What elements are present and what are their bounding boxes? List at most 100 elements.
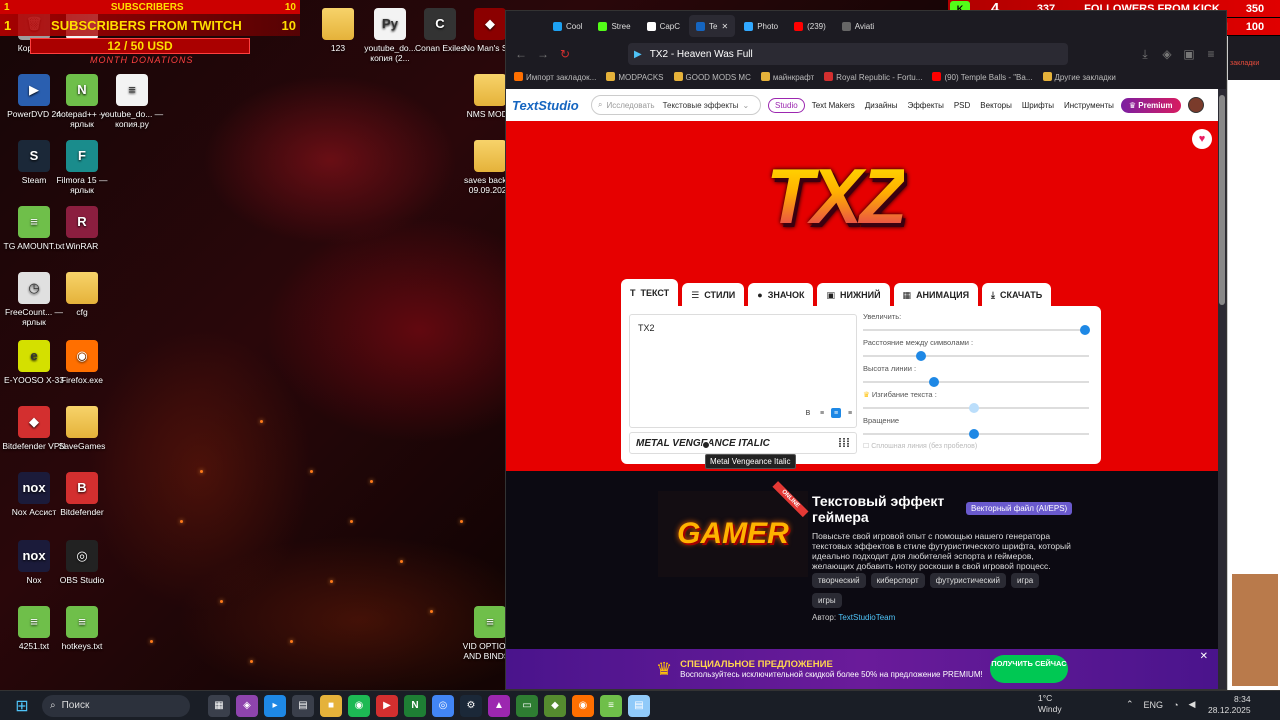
taskbar-app-icon[interactable]: ▲ — [488, 694, 510, 717]
wifi-icon[interactable]: ◔ — [1173, 700, 1178, 710]
taskbar-app-icon[interactable]: ◆ — [544, 694, 566, 717]
editor-tab[interactable]: ● ЗНАЧОК — [748, 283, 814, 307]
taskbar-app-icon[interactable]: ▭ — [516, 694, 538, 717]
desktop-icon[interactable]: B Bitdefender — [50, 472, 114, 517]
site-nav-item[interactable]: Text Makers — [812, 101, 855, 110]
editor-tab[interactable]: ☰ СТИЛИ — [682, 283, 745, 307]
author-link[interactable]: TextStudioTeam — [838, 613, 895, 622]
site-logo[interactable]: TextStudio — [512, 98, 584, 113]
slider-knob[interactable] — [915, 351, 926, 361]
site-nav-item[interactable]: PSD — [954, 101, 970, 110]
bookmark-item[interactable]: GOOD MODS MC — [673, 72, 751, 82]
favorite-heart-icon[interactable]: ♥ — [1192, 129, 1212, 149]
browser-tab[interactable]: Te ✕ — [689, 15, 736, 37]
taskbar-app-icon[interactable]: ⚙ — [460, 694, 482, 717]
forward-icon[interactable]: → — [536, 47, 550, 61]
back-icon[interactable]: ← — [514, 47, 528, 61]
editor-tab[interactable]: ▦ АНИМАЦИЯ — [893, 283, 979, 307]
taskbar-app-icon[interactable]: ■ — [320, 694, 342, 717]
taskbar-search[interactable]: ⌕ Поиск — [42, 694, 190, 717]
taskbar-app-icon[interactable]: ◉ — [572, 694, 594, 717]
site-nav-item[interactable]: Инструменты — [1064, 101, 1114, 110]
effect-title[interactable]: Текстовый эффект геймера — [812, 493, 962, 525]
clock[interactable]: 8:34 28.12.2025 — [1208, 694, 1251, 716]
site-search[interactable]: ⌕ Исследовать Текстовые эффекты ⌄ — [591, 95, 761, 115]
site-nav-item[interactable]: Эффекты — [907, 101, 943, 110]
desktop-icon[interactable]: ◎ OBS Studio — [50, 540, 114, 585]
font-selector[interactable]: METAL VENGEANCE ITALIC ⁞⁞⁞ — [629, 432, 857, 454]
volume-icon[interactable]: ◀ — [1189, 699, 1196, 710]
effect-tag[interactable]: творческий — [812, 573, 866, 588]
desktop-icon[interactable]: ◉ Firefox.exe — [50, 340, 114, 385]
align-center-icon[interactable]: ≡ — [831, 408, 841, 418]
pocket-icon[interactable]: ▣ — [1182, 47, 1196, 61]
desktop-icon[interactable]: cfg — [50, 272, 114, 317]
search-category-select[interactable]: Текстовые эффекты — [663, 101, 739, 110]
taskbar-app-icon[interactable]: ▤ — [628, 694, 650, 717]
browser-tab[interactable]: Photo — [737, 15, 785, 37]
address-bar[interactable]: ▶ TX2 - Heaven Was Full — [628, 43, 1068, 65]
slider-knob[interactable] — [969, 429, 979, 439]
taskbar-app-icon[interactable]: ▦ — [208, 694, 230, 717]
bookmark-item[interactable]: Royal Republic - Fortu... — [824, 72, 922, 82]
site-nav-item[interactable]: Дизайны — [865, 101, 898, 110]
slider-knob[interactable] — [969, 403, 979, 413]
browser-tab[interactable]: CapC — [640, 15, 687, 37]
desktop-icon[interactable]: F Filmora 15 — ярлык — [50, 140, 114, 195]
page-scrollbar[interactable] — [1218, 89, 1226, 689]
editor-tab[interactable]: ⤓ СКАЧАТЬ — [982, 283, 1052, 307]
bookmark-item[interactable]: Импорт закладок... — [514, 72, 596, 82]
desktop-icon[interactable]: ≡ youtube_do... — копия.py — [100, 74, 164, 129]
taskbar-app-icon[interactable]: ◉ — [348, 694, 370, 717]
slider-track[interactable] — [863, 381, 1089, 383]
solid-line-checkbox[interactable]: ☐ Сплошная линия (без пробелов) — [863, 442, 1093, 450]
reload-icon[interactable]: ↻ — [558, 47, 572, 61]
slider-track[interactable] — [863, 329, 1089, 331]
slider-track[interactable] — [863, 355, 1089, 357]
slider-knob[interactable] — [929, 377, 940, 387]
taskbar-app-icon[interactable]: ▶ — [376, 694, 398, 717]
taskbar-app-icon[interactable]: ≡ — [600, 694, 622, 717]
align-left-icon[interactable]: ≡ — [817, 408, 827, 418]
editor-tab[interactable]: T ТЕКСТ — [621, 279, 679, 307]
effect-thumbnail[interactable]: GAMER ONLINE — [658, 481, 809, 577]
desktop-icon[interactable]: ≡ hotkeys.txt — [50, 606, 114, 651]
studio-button[interactable]: Studio — [768, 97, 805, 113]
browser-tab[interactable]: Stree — [591, 15, 637, 37]
slider-knob[interactable] — [1080, 325, 1090, 335]
browser-tab[interactable]: Cool — [546, 15, 589, 37]
language-indicator[interactable]: ENG — [1144, 700, 1164, 710]
browser-tab[interactable]: (239) — [787, 15, 833, 37]
download-icon[interactable]: ⤓ — [1138, 47, 1152, 62]
taskbar-app-icon[interactable]: ▤ — [292, 694, 314, 717]
site-nav-item[interactable]: Шрифты — [1022, 101, 1054, 110]
close-icon[interactable]: ✕ — [1200, 651, 1208, 662]
taskbar-app-icon[interactable]: ▸ — [264, 694, 286, 717]
avatar[interactable] — [1187, 97, 1204, 113]
scrollbar-thumb[interactable] — [1219, 95, 1225, 305]
taskbar-app-icon[interactable]: ◎ — [432, 694, 454, 717]
grid-icon[interactable]: ⁞⁞⁞ — [838, 436, 850, 450]
bookmark-item[interactable]: (90) Temple Balls - "Ba... — [932, 72, 1033, 82]
effect-tag[interactable]: футуристический — [929, 573, 1006, 588]
extensions-icon[interactable]: ◈ — [1160, 47, 1174, 61]
windows-start-icon[interactable]: ⊞ — [8, 692, 36, 720]
effect-tag[interactable]: киберспорт — [870, 573, 925, 588]
site-nav-item[interactable]: Векторы — [980, 101, 1012, 110]
align-right-icon[interactable]: ≡ — [845, 408, 855, 418]
taskbar-app-icon[interactable]: N — [404, 694, 426, 717]
bookmark-item[interactable]: Другие закладки — [1042, 72, 1116, 82]
menu-icon[interactable]: ≡ — [1204, 47, 1218, 61]
close-icon[interactable]: ✕ — [721, 22, 728, 31]
taskbar-app-icon[interactable]: ◈ — [236, 694, 258, 717]
promo-cta-button[interactable]: ПОЛУЧИТЬ СЕЙЧАС — [990, 655, 1068, 683]
effect-tag[interactable]: игры — [812, 593, 842, 608]
bookmark-item[interactable]: майнкрафт — [760, 72, 814, 82]
effect-tag[interactable]: игра — [1010, 573, 1040, 588]
desktop-icon[interactable]: SaveGames — [50, 406, 114, 451]
chevron-up-icon[interactable]: ⌃ — [1126, 699, 1134, 710]
bookmark-item[interactable]: MODPACKS — [606, 72, 664, 82]
editor-tab[interactable]: ▣ НИЖНИЙ — [817, 283, 890, 307]
desktop-icon[interactable]: R WinRAR — [50, 206, 114, 251]
weather-widget[interactable]: 1°C Windy — [1038, 693, 1062, 715]
